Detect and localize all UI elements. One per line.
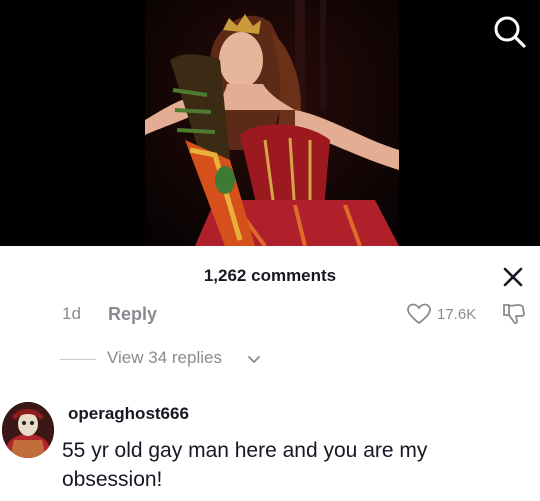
view-replies-toggle[interactable]: View 34 replies [0, 348, 540, 372]
replies-divider [60, 359, 96, 360]
comments-sheet: 1,262 comments 1d Reply 17.6K View 34 re… [0, 246, 540, 501]
search-icon[interactable] [490, 12, 530, 52]
chevron-down-icon[interactable] [247, 353, 261, 365]
dislike-icon[interactable] [500, 302, 528, 326]
close-icon[interactable] [498, 262, 528, 292]
like-count: 17.6K [437, 306, 477, 323]
avatar[interactable] [2, 402, 54, 458]
view-replies-label[interactable]: View 34 replies [107, 348, 222, 368]
comment-username[interactable]: operaghost666 [68, 404, 189, 424]
comment-timestamp: 1d [62, 304, 81, 323]
previous-comment-meta: 1d Reply 17.6K [0, 302, 540, 326]
reply-button[interactable]: Reply [108, 304, 157, 325]
comment-count-title: 1,262 comments [203, 266, 337, 285]
comment-text: 55 yr old gay man here and you are my ob… [62, 439, 428, 491]
video-frame-image [145, 0, 399, 246]
video-player[interactable] [0, 0, 540, 246]
heart-icon[interactable] [406, 303, 432, 325]
